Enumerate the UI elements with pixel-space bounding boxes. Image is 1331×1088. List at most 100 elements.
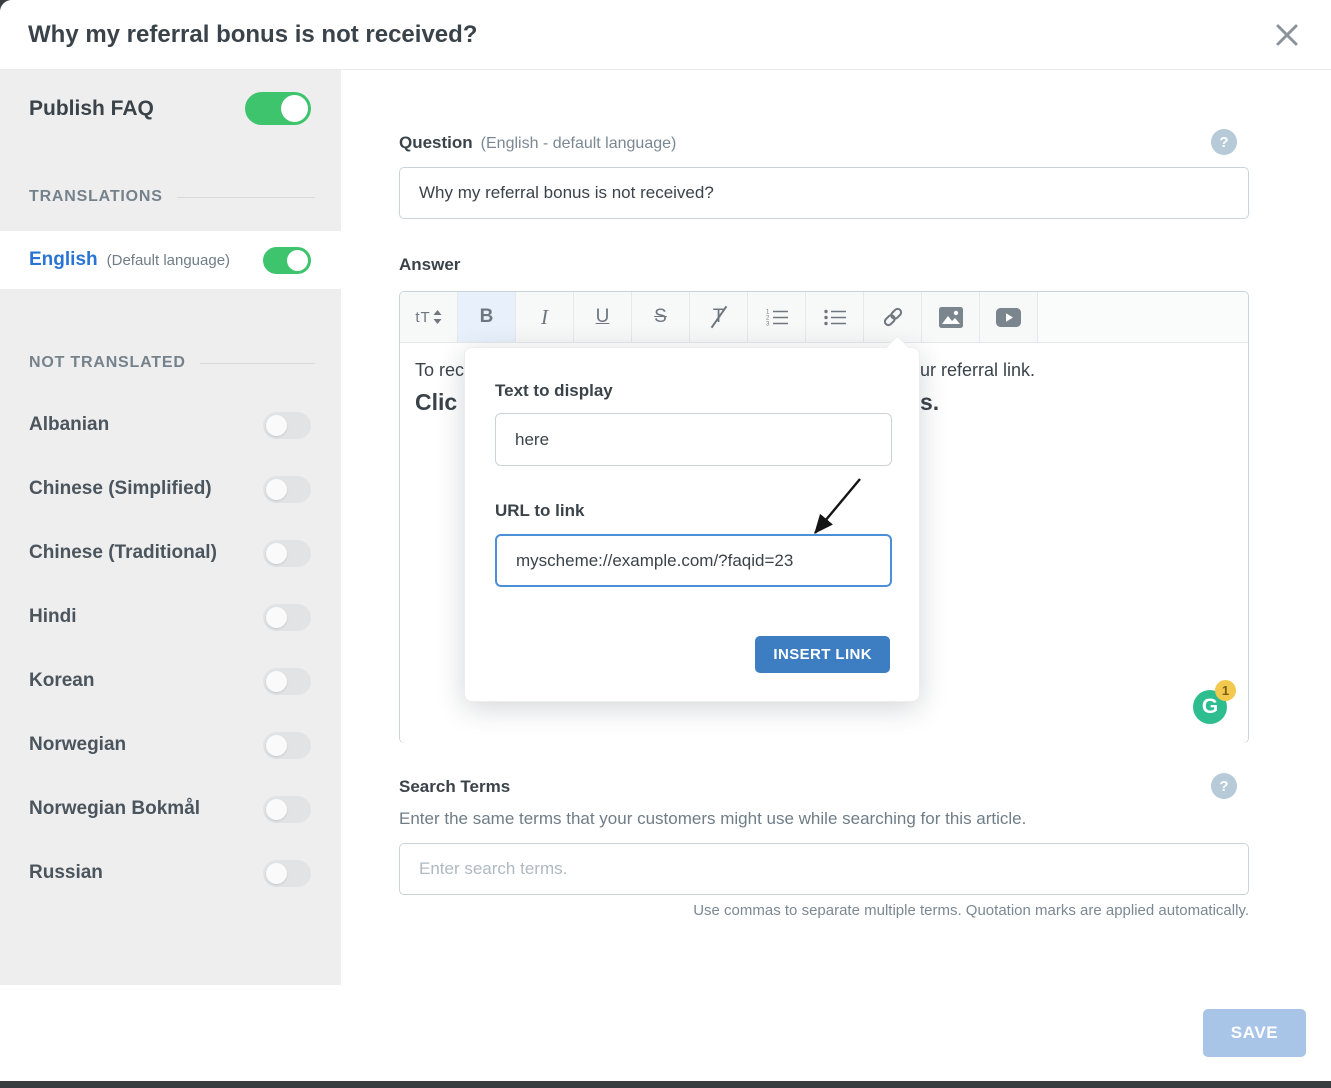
answer-text-fragment: To rec [415,360,464,381]
strikethrough-button[interactable]: S [632,292,690,342]
translations-heading-row: TRANSLATIONS [0,188,341,206]
search-terms-input[interactable] [399,843,1249,895]
default-language-note: (Default language) [107,252,263,269]
modal-header: Why my referral bonus is not received? [0,0,1331,70]
sidebar: Publish FAQ TRANSLATIONS English (Defaul… [0,70,341,985]
underline-button[interactable]: U [574,292,632,342]
search-terms-help-icon[interactable]: ? [1211,773,1237,799]
text-to-display-label: Text to display [495,381,613,401]
language-toggle-korean[interactable] [263,668,311,695]
sidebar-item-english[interactable]: English (Default language) [0,231,341,289]
heading-rule [200,363,315,364]
language-name: Russian [29,862,103,884]
sidebar-item-russian[interactable]: Russian [0,841,341,905]
grammarly-badge: 1 [1215,680,1236,701]
toggle-knob [266,607,287,628]
sidebar-item-albanian[interactable]: Albanian [0,393,341,457]
insert-video-button[interactable] [980,292,1038,342]
ordered-list-button[interactable]: 1 2 3 [748,292,806,342]
language-name: Korean [29,670,94,692]
heading-rule [177,197,315,198]
sidebar-item-korean[interactable]: Korean [0,649,341,713]
editor-toolbar: tT B I U [400,292,1248,343]
modal-title: Why my referral bonus is not received? [28,21,1271,49]
answer-label: Answer [399,255,460,275]
question-help-icon[interactable]: ? [1211,129,1237,155]
search-terms-description: Enter the same terms that your customers… [399,809,1026,829]
font-size-icon: tT [415,309,430,326]
toggle-knob [287,250,308,271]
toggle-knob [266,543,287,564]
insert-image-button[interactable] [922,292,980,342]
language-toggle-norwegian[interactable] [263,732,311,759]
answer-label-row: Answer [399,255,460,275]
clear-formatting-button[interactable]: T [690,292,748,342]
language-name: Norwegian Bokmål [29,798,200,820]
search-terms-label-row: Search Terms [399,777,510,797]
language-name: Chinese (Simplified) [29,478,212,500]
italic-button[interactable]: I [516,292,574,342]
toggle-knob [266,479,287,500]
not-translated-heading-row: NOT TRANSLATED [0,354,341,372]
sidebar-item-norwegian-bokmal[interactable]: Norwegian Bokmål [0,777,341,841]
language-toggle-russian[interactable] [263,860,311,887]
language-toggle-chinese-traditional[interactable] [263,540,311,567]
language-name: Hindi [29,606,77,628]
unordered-list-button[interactable] [806,292,864,342]
search-terms-label: Search Terms [399,777,510,797]
font-size-button[interactable]: tT [400,292,458,342]
video-icon [996,308,1021,327]
question-label: Question [399,133,473,153]
sidebar-item-chinese-simplified[interactable]: Chinese (Simplified) [0,457,341,521]
language-toggle-chinese-simplified[interactable] [263,476,311,503]
underline-icon: U [596,306,610,328]
url-to-link-input[interactable] [495,534,892,587]
language-toggle-albanian[interactable] [263,412,311,439]
italic-icon: I [541,305,548,330]
toggle-knob [281,95,308,122]
language-toggle-english[interactable] [263,247,311,274]
language-name-english: English [29,249,98,271]
question-label-row: Question (English - default language) [399,133,676,153]
language-list: Albanian Chinese (Simplified) Chinese (T… [0,393,341,905]
toggle-knob [266,863,287,884]
language-name: Albanian [29,414,109,436]
svg-text:3: 3 [766,322,770,327]
language-name: Norwegian [29,734,126,756]
answer-text-fragment: ur referral link. [920,360,1035,381]
bold-icon: B [480,306,494,328]
question-label-note: (English - default language) [481,135,677,153]
main-panel: Question (English - default language) ? … [341,70,1331,985]
close-button[interactable] [1271,19,1303,51]
publish-faq-toggle[interactable] [245,92,311,125]
faq-edit-modal: Why my referral bonus is not received? P… [0,0,1331,1081]
toggle-knob [266,799,287,820]
toggle-knob [266,735,287,756]
insert-link-popover: Text to display URL to link INSERT LINK [464,347,920,702]
image-icon [939,307,963,328]
save-button[interactable]: SAVE [1203,1009,1306,1057]
unordered-list-icon [824,308,846,326]
strikethrough-icon: S [654,306,667,328]
sidebar-item-hindi[interactable]: Hindi [0,585,341,649]
language-toggle-hindi[interactable] [263,604,311,631]
question-input[interactable] [399,167,1249,219]
answer-text-fragment-bold: s. [920,389,939,416]
publish-faq-row: Publish FAQ [0,92,341,125]
bold-button[interactable]: B [458,292,516,342]
insert-link-confirm-button[interactable]: INSERT LINK [755,636,890,673]
publish-faq-label: Publish FAQ [29,97,154,121]
text-to-display-input[interactable] [495,413,892,466]
language-toggle-norwegian-bokmal[interactable] [263,796,311,823]
link-icon [882,306,904,328]
ordered-list-icon: 1 2 3 [766,308,788,326]
close-icon [1274,22,1300,48]
language-name: Chinese (Traditional) [29,542,217,564]
url-to-link-label: URL to link [495,501,584,521]
sidebar-item-chinese-traditional[interactable]: Chinese (Traditional) [0,521,341,585]
not-translated-heading: NOT TRANSLATED [29,354,186,372]
sidebar-item-norwegian[interactable]: Norwegian [0,713,341,777]
insert-link-button[interactable] [864,292,922,342]
grammarly-widget[interactable]: G 1 [1193,690,1229,726]
translations-heading: TRANSLATIONS [29,188,163,206]
